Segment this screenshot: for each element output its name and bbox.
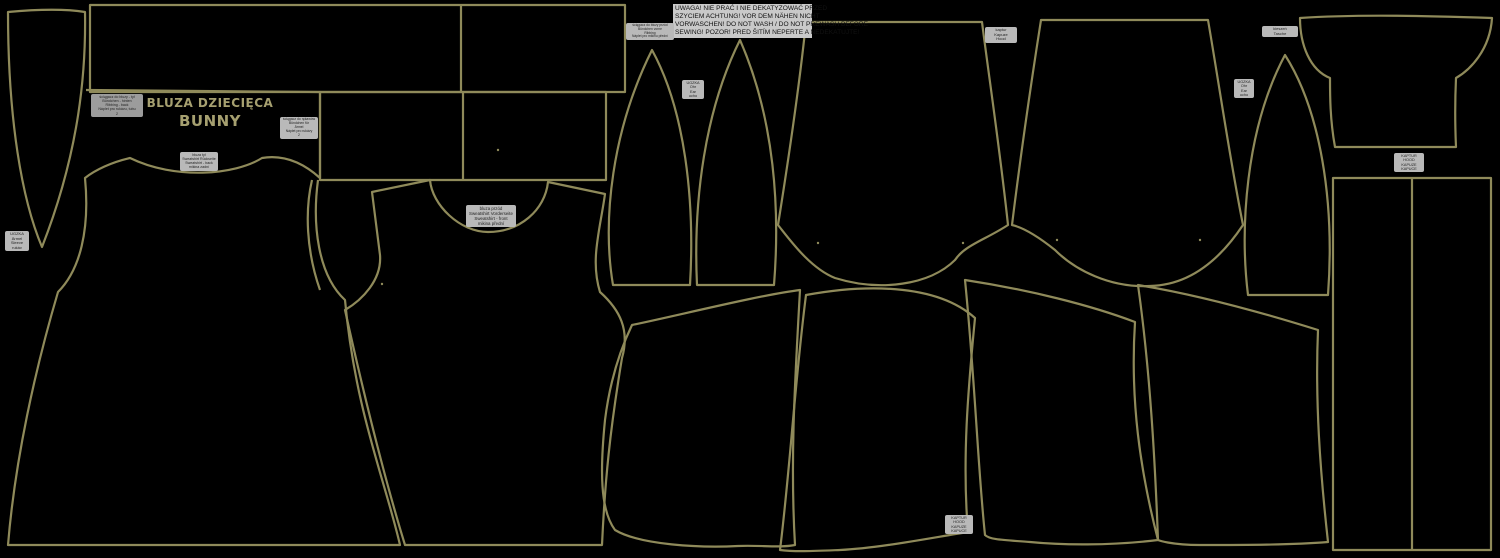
label-line: mikina zadní bbox=[188, 165, 210, 170]
pocket-piece bbox=[1298, 14, 1494, 149]
label-line: Náplet pro mikinu přední bbox=[632, 34, 668, 39]
front-body-piece bbox=[343, 178, 626, 547]
pattern-title: BLUZA DZIECIĘCA BUNNY bbox=[140, 96, 280, 130]
hood-panel-2 bbox=[1010, 18, 1245, 288]
notch-mark bbox=[380, 282, 384, 286]
lower-panel-3 bbox=[963, 278, 1160, 546]
warning-line: SEWING! POZOR! PRED ŠITÍM NEPERTE A NEDE… bbox=[675, 29, 860, 36]
label-line: ucho bbox=[1239, 93, 1249, 98]
label-back-neck: bluza tył Sweatshirt Rückseite Sweatshir… bbox=[180, 152, 218, 171]
label-line: rukáv bbox=[12, 244, 22, 250]
label-pocket-right: kieszeń Tasche bbox=[1262, 26, 1298, 38]
warning-block: UWAGA! NIE PRAĆ I NIE DEKATYZOWAĆ PRZED … bbox=[673, 4, 869, 38]
warning-line: SZYCIEM ACHTUNG! VOR DEM NÄHEN NICHT bbox=[675, 13, 820, 20]
label-cuff-small: ściągacz do rękawów Bündchen für Ärmel N… bbox=[280, 117, 318, 139]
notch-mark bbox=[1198, 238, 1202, 242]
label-line: ucho bbox=[688, 94, 698, 99]
label-line: KAPUCE bbox=[951, 529, 967, 534]
notch-mark bbox=[496, 148, 500, 152]
label-ear-right: UGZKA Ohr Ear ucho bbox=[1234, 79, 1254, 99]
ear-piece-left bbox=[607, 48, 693, 287]
label-line: Náplet pro rukávu, tubu bbox=[98, 107, 136, 112]
label-line: KAPUCE bbox=[1401, 167, 1417, 172]
label-hood-right: kaptur Kapuze Hood bbox=[985, 27, 1017, 43]
label-ear: UGZKA Ohr Ear ucho bbox=[682, 80, 704, 100]
warning-line: UWAGA! NIE PRAĆ I NIE DEKATYZOWAĆ PRZED bbox=[675, 5, 828, 12]
lower-panel-1 bbox=[600, 288, 802, 548]
hood-panel-1 bbox=[776, 20, 1010, 287]
label-front-neck: bluza przód Sweatshirt Vorderseite Sweat… bbox=[466, 205, 516, 228]
label-hood-strip: ściągacz do bluzy przód Bündchen vorne R… bbox=[626, 23, 674, 41]
notch-mark bbox=[1055, 238, 1059, 242]
pattern-canvas bbox=[6, 3, 1494, 553]
label-line: mikina přední bbox=[477, 221, 505, 227]
label-line: Hood bbox=[996, 36, 1006, 42]
notch-mark bbox=[961, 241, 965, 245]
label-cuff-strip: ściągacz do bluzy - tył Bündchen - hinte… bbox=[91, 94, 143, 117]
label-line: 2 bbox=[116, 111, 118, 116]
title-line-1: BLUZA DZIECIĘCA bbox=[146, 96, 274, 110]
pocket-ear-piece bbox=[1243, 53, 1331, 297]
ear-piece-right bbox=[695, 38, 778, 287]
label-kaptur-bottom: KAPTUR HOOD KAPUZE KAPUCE bbox=[945, 515, 973, 535]
lower-panel-4 bbox=[1136, 283, 1330, 547]
ribbing-rect-large bbox=[88, 3, 627, 94]
label-sleeve-left: UGZKA Ärmel Sleeve rukáv bbox=[5, 231, 29, 252]
label-line: Tasche bbox=[1273, 30, 1287, 36]
label-line: 2 bbox=[298, 132, 300, 137]
sleeve-left-piece bbox=[6, 8, 87, 249]
warning-line: VORWASCHEN! DO NOT WASH / DO NOT PREWASH… bbox=[675, 21, 869, 28]
notch-mark bbox=[816, 241, 820, 245]
lower-panel-2 bbox=[778, 287, 977, 553]
title-line-2: BUNNY bbox=[178, 112, 242, 130]
label-kaptur-long: KAPTUR HOOD KAPUZE KAPUCE bbox=[1394, 153, 1424, 173]
